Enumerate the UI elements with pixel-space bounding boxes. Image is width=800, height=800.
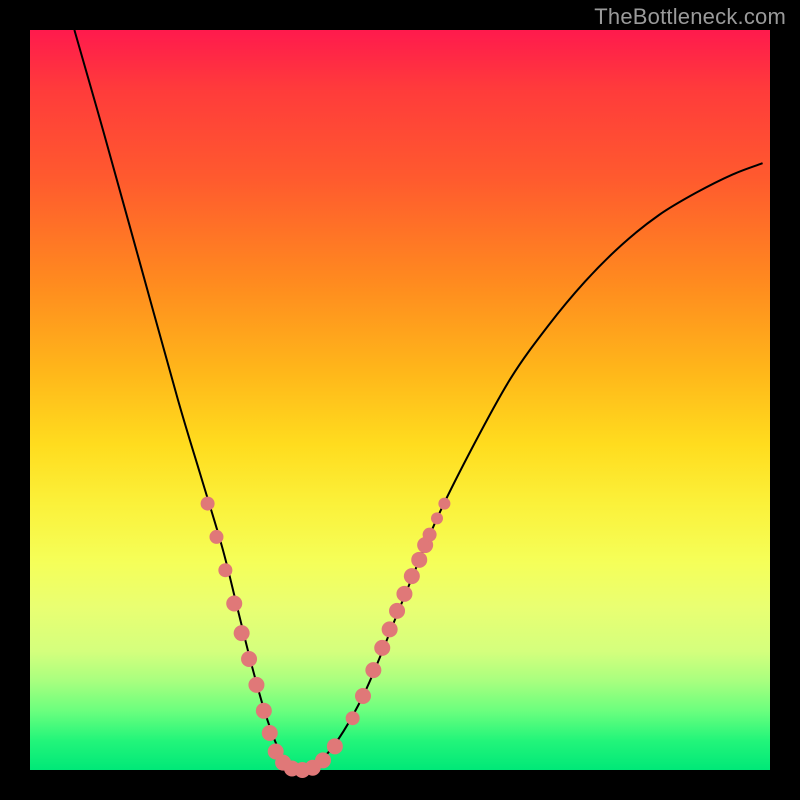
- marker-dot: [438, 498, 450, 510]
- marker-dot: [209, 530, 223, 544]
- marker-dot: [374, 640, 390, 656]
- marker-dot: [411, 552, 427, 568]
- plot-area: [30, 30, 770, 770]
- marker-dot: [365, 662, 381, 678]
- chart-svg: [30, 30, 770, 770]
- marker-dot: [423, 528, 437, 542]
- marker-dot: [248, 677, 264, 693]
- curve-layer: [74, 30, 762, 770]
- marker-dot: [346, 711, 360, 725]
- marker-dot: [389, 603, 405, 619]
- marker-dot: [262, 725, 278, 741]
- marker-dot: [396, 586, 412, 602]
- markers-layer: [201, 497, 451, 778]
- marker-dot: [226, 596, 242, 612]
- watermark-text: TheBottleneck.com: [594, 4, 786, 30]
- marker-dot: [327, 738, 343, 754]
- bottleneck-curve: [74, 30, 762, 770]
- marker-dot: [355, 688, 371, 704]
- marker-dot: [404, 568, 420, 584]
- marker-dot: [218, 563, 232, 577]
- marker-dot: [256, 703, 272, 719]
- marker-dot: [241, 651, 257, 667]
- chart-frame: TheBottleneck.com: [0, 0, 800, 800]
- marker-dot: [315, 752, 331, 768]
- marker-dot: [431, 512, 443, 524]
- marker-dot: [382, 621, 398, 637]
- marker-dot: [201, 497, 215, 511]
- marker-dot: [234, 625, 250, 641]
